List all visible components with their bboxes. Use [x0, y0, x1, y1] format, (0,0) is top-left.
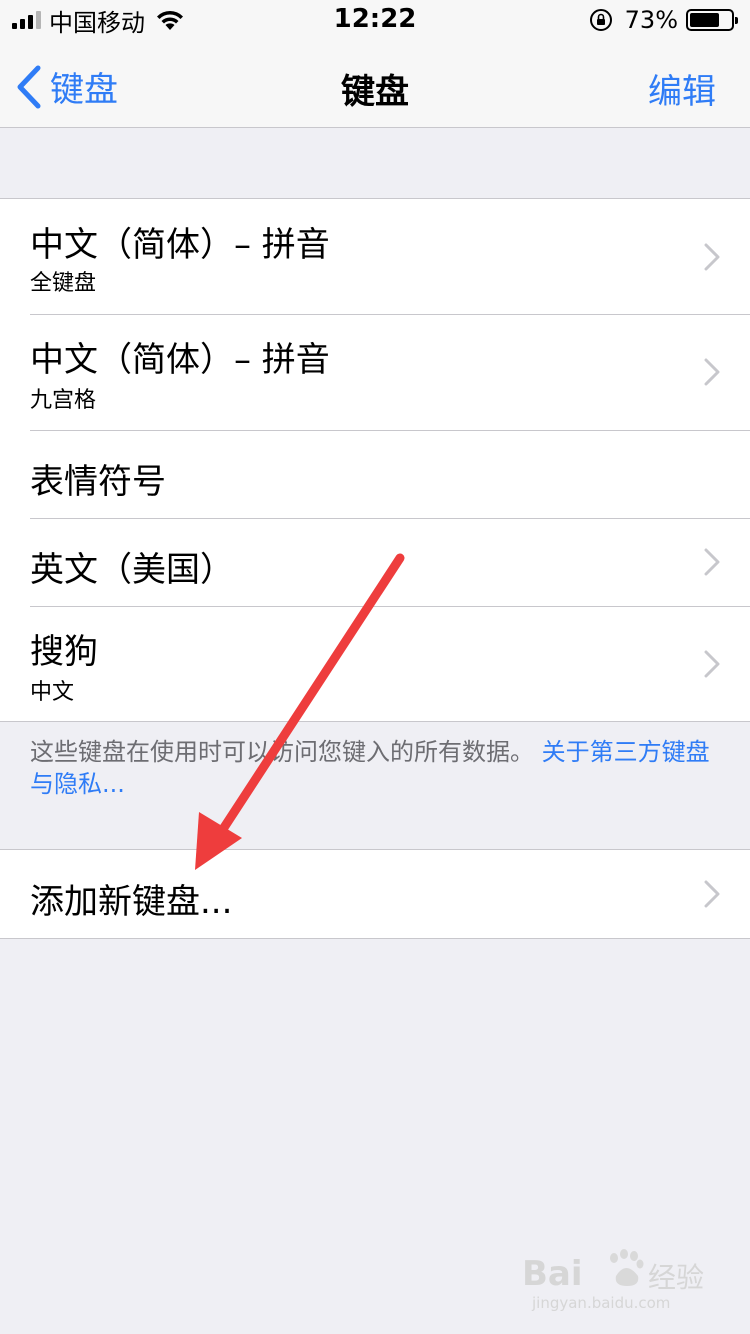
watermark-brand-suffix: 经验 — [648, 1261, 705, 1294]
keyboard-row-sogou[interactable]: 搜狗 中文 — [0, 606, 750, 721]
battery-icon — [686, 9, 738, 31]
add-new-keyboard-label: 添加新键盘... — [30, 882, 233, 922]
chevron-right-icon — [704, 548, 720, 576]
status-bar: 中国移动 12:22 73% — [0, 0, 750, 40]
baidu-watermark: Bai 经验 jingyan.baidu.com — [522, 1242, 712, 1312]
chevron-right-icon — [704, 243, 720, 271]
keyboard-row-subtitle: 中文 — [30, 680, 75, 705]
keyboard-list: 中文（简体）– 拼音 全键盘 中文（简体）– 拼音 九宫格 表情符号 英文（美国… — [0, 198, 750, 722]
watermark-url: jingyan.baidu.com — [532, 1294, 671, 1312]
add-new-keyboard-button[interactable]: 添加新键盘... — [0, 850, 750, 938]
keyboard-row-english-us[interactable]: 英文（美国） — [0, 518, 750, 606]
watermark-brand: Bai — [522, 1254, 583, 1294]
keyboard-row-title: 英文（美国） — [30, 550, 234, 590]
chevron-right-icon — [704, 358, 720, 386]
keyboard-row-subtitle: 九宫格 — [30, 388, 97, 413]
keyboard-row-emoji[interactable]: 表情符号 — [0, 430, 750, 518]
keyboard-row-title: 表情符号 — [30, 462, 166, 502]
add-keyboard-group: 添加新键盘... — [0, 849, 750, 939]
battery-percent: 73% — [624, 6, 678, 34]
page-title: 键盘 — [341, 72, 409, 112]
keyboard-row-pinyin-9key[interactable]: 中文（简体）– 拼音 九宫格 — [0, 314, 750, 430]
chevron-right-icon — [704, 880, 720, 908]
privacy-note-text: 这些键盘在使用时可以访问您键入的所有数据。 — [30, 738, 534, 766]
battery-level — [690, 13, 720, 27]
keyboard-row-title: 中文（简体）– 拼音 — [30, 225, 330, 265]
keyboard-row-pinyin-full[interactable]: 中文（简体）– 拼音 全键盘 — [0, 199, 750, 314]
chevron-right-icon — [704, 650, 720, 678]
orientation-lock-icon — [589, 9, 612, 31]
keyboard-row-title: 搜狗 — [30, 632, 98, 672]
keyboard-row-title: 中文（简体）– 拼音 — [30, 340, 330, 380]
privacy-note: 这些键盘在使用时可以访问您键入的所有数据。 关于第三方键盘与隐私... — [30, 736, 720, 800]
navigation-bar: 键盘 键盘 编辑 — [0, 40, 750, 128]
keyboard-row-subtitle: 全键盘 — [30, 271, 97, 296]
edit-button[interactable]: 编辑 — [648, 64, 716, 113]
